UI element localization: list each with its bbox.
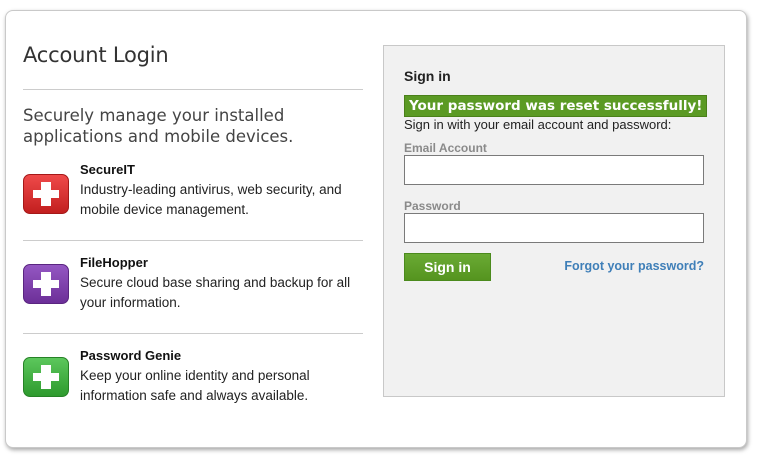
signin-title: Sign in [404, 68, 451, 84]
signin-button[interactable]: Sign in [404, 253, 491, 281]
password-label: Password [404, 199, 461, 213]
red-plus-icon [23, 174, 69, 214]
email-label: Email Account [404, 141, 487, 155]
product-filehopper: FileHopper Secure cloud base sharing and… [23, 255, 368, 345]
product-name: Password Genie [80, 348, 182, 363]
success-message: Your password was reset successfully! [404, 95, 708, 117]
page-title: Account Login [23, 43, 169, 67]
product-password-genie: Password Genie Keep your online identity… [23, 348, 368, 438]
product-name: FileHopper [80, 255, 148, 270]
green-plus-icon [23, 357, 69, 397]
email-field[interactable] [404, 155, 704, 185]
product-description: Secure cloud base sharing and backup for… [80, 275, 351, 310]
purple-plus-icon [23, 264, 69, 304]
signin-panel: Sign in Your password was reset successf… [383, 45, 725, 397]
password-field[interactable] [404, 213, 704, 243]
product-description: Keep your online identity and personal i… [80, 368, 310, 403]
product-name: SecureIT [80, 162, 135, 177]
page-tagline: Securely manage your installed applicati… [23, 106, 294, 146]
product-description: Industry-leading antivirus, web security… [80, 182, 342, 217]
product-divider [23, 333, 363, 334]
product-divider [23, 240, 363, 241]
title-divider [23, 89, 363, 90]
signin-instruction: Sign in with your email account and pass… [404, 117, 672, 132]
forgot-password-link[interactable]: Forgot your password? [564, 259, 704, 273]
product-secureit: SecureIT Industry-leading antivirus, web… [23, 162, 368, 252]
